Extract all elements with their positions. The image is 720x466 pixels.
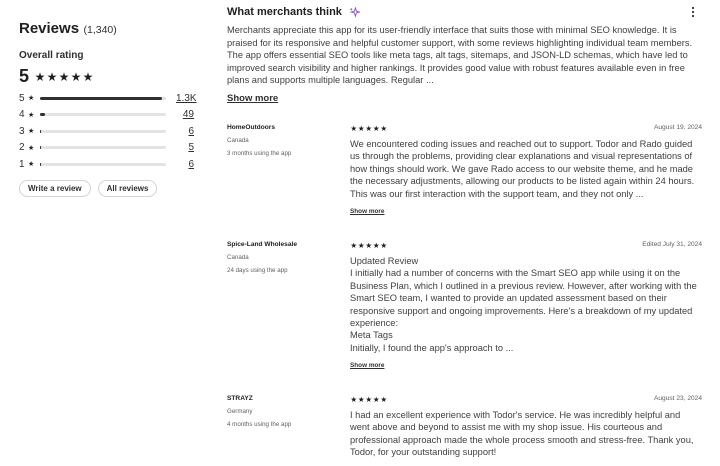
rating-bar [40,162,166,166]
review-text-line: I initially had a number of concerns wit… [350,268,697,329]
rating-row-label: 2 [19,142,25,154]
star-icon: ★ [28,95,35,103]
overall-rating: 5 ★ ★ ★ ★ ★ [19,66,94,87]
star-icon: ★ [372,395,380,404]
review-date: August 19, 2024 [653,124,702,131]
merchants-heading: What merchants think [227,6,360,18]
rating-bar-fill [40,113,46,117]
reviewer-name: STRAYZ [227,395,253,402]
all-reviews-button[interactable]: All reviews [97,180,158,197]
review-stars: ★ ★ ★ ★ ★ [350,124,388,133]
star-icon: ★ [365,241,373,250]
reviewer-country: Germany [227,408,253,415]
rating-bar [40,113,166,117]
star-icon: ★ [380,241,388,250]
rating-row-count[interactable]: 6 [176,159,194,170]
star-icon: ★ [350,395,358,404]
rating-row-label: 4 [19,109,25,121]
review-show-more-link[interactable]: Show more [350,208,384,215]
merchants-title: What merchants think [227,6,342,18]
rating-row-5[interactable]: 5 ★ 1.3K [19,90,197,107]
star-icon: ★ [350,241,358,250]
rating-bar [40,129,166,133]
star-icon: ★ [28,111,35,119]
show-more-link[interactable]: Show more [227,93,278,104]
star-icon: ★ [28,144,35,152]
rating-bar-fill [40,162,42,166]
rating-bar [40,96,166,100]
review-actions: Write a review All reviews [19,180,158,197]
review-text-line: Initially, I found the app's approach to… [350,342,514,353]
reviewer-usage-duration: 24 days using the app [227,267,288,274]
rating-row-count[interactable]: 6 [176,126,194,137]
rating-row-1[interactable]: 1 ★ 6 [19,156,194,173]
write-review-button[interactable]: Write a review [19,180,91,197]
reviewer-name: Spice-Land Wholesale [227,241,297,248]
review-stars: ★ ★ ★ ★ ★ [350,241,388,250]
star-icon: ★ [58,69,70,84]
rating-row-4[interactable]: 4 ★ 49 [19,107,194,124]
reviewer-usage-duration: 4 months using the app [227,421,292,428]
star-icon: ★ [28,161,35,169]
review-text: Updated Review I initially had a number … [350,255,700,354]
reviews-title: Reviews [19,20,80,37]
star-icon: ★ [372,124,380,133]
star-icon: ★ [357,395,365,404]
star-icon: ★ [357,241,365,250]
rating-row-count[interactable]: 5 [176,142,194,153]
rating-bar-fill [40,129,42,133]
rating-bar-fill [40,146,42,150]
reviews-heading: Reviews (1,340) [19,20,117,38]
rating-bar-fill [40,96,163,100]
reviewer-country: Canada [227,254,249,261]
overall-rating-label: Overall rating [19,50,84,61]
star-icon: ★ [365,395,373,404]
star-icon: ★ [350,124,358,133]
rating-row-2[interactable]: 2 ★ 5 [19,140,194,157]
rating-distribution: 5 ★ 1.3K 4 ★ 49 3 ★ 6 2 ★ 5 1 ★ 6 [19,90,197,173]
star-icon: ★ [28,128,35,136]
reviewer-name: HomeOutdoors [227,124,275,131]
star-icon: ★ [372,241,380,250]
rating-row-3[interactable]: 3 ★ 6 [19,123,194,140]
review-text-line: Meta Tags [350,330,393,341]
overall-rating-value: 5 [19,66,30,86]
review-text-line: Updated Review [350,256,419,266]
review-date: Edited July 31, 2024 [642,241,702,248]
reviewer-usage-duration: 3 months using the app [227,150,292,157]
star-icon: ★ [380,124,388,133]
star-icon: ★ [46,69,58,84]
rating-row-label: 5 [19,92,25,104]
star-icon: ★ [82,69,94,84]
review-show-more-link[interactable]: Show more [350,362,384,369]
rating-row-label: 1 [19,158,25,170]
review-date: August 23, 2024 [653,395,702,402]
reviews-count: (1,340) [83,24,117,36]
rating-bar [40,146,166,150]
reviewer-country: Canada [227,137,249,144]
star-icon: ★ [357,124,365,133]
rating-row-count[interactable]: 49 [176,109,194,120]
review-text: I had an excellent experience with Todor… [350,410,694,458]
merchants-summary-text: Merchants appreciate this app for its us… [227,25,693,86]
star-icon: ★ [70,69,82,84]
kebab-menu-icon[interactable] [689,6,697,18]
star-icon: ★ [365,124,373,133]
rating-row-label: 3 [19,125,25,137]
review-stars: ★ ★ ★ ★ ★ [350,395,388,404]
star-icon: ★ [34,69,46,84]
overall-stars: ★ ★ ★ ★ ★ [34,70,94,84]
rating-row-count[interactable]: 1.3K [176,93,197,104]
review-text: We encountered coding issues and reached… [350,139,695,199]
sparkle-icon [349,6,360,18]
star-icon: ★ [380,395,388,404]
